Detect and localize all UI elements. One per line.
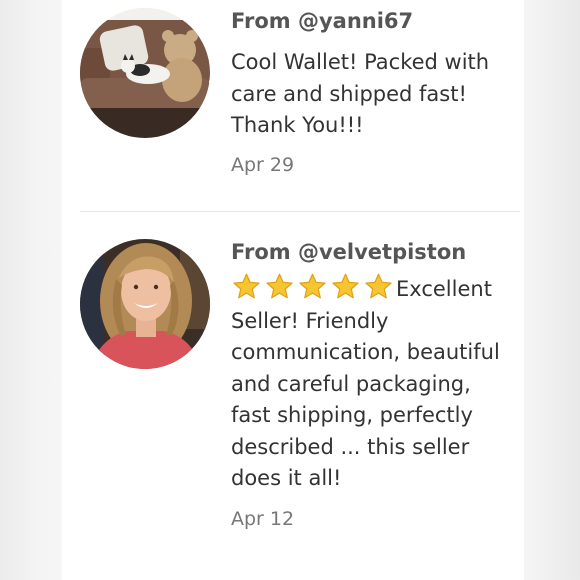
avatar-image-woman — [80, 239, 210, 369]
star-icon — [299, 273, 326, 299]
star-icon — [365, 273, 392, 299]
star-icon — [266, 273, 293, 299]
avatar-image-couch-cat — [80, 8, 210, 138]
star-icon — [233, 273, 260, 299]
review-item: From @velvetpiston Excellent Seller! Fri… — [80, 212, 520, 580]
review-text: Cool Wallet! Packed with care and shippe… — [231, 50, 490, 137]
review-text: Excellent Seller! Friendly communication… — [231, 272, 511, 495]
reviewer-avatar[interactable] — [80, 239, 210, 369]
review-item: From @yanni67 Cool Wallet! Packed with c… — [80, 0, 520, 211]
review-date: Apr 12 — [231, 507, 295, 530]
review-date: Apr 29 — [231, 153, 295, 176]
star-icon — [332, 273, 359, 299]
review-body: From @velvetpiston Excellent Seller! Fri… — [231, 239, 511, 531]
reviewer-name[interactable]: From @yanni67 — [231, 8, 511, 34]
review-body: From @yanni67 Cool Wallet! Packed with c… — [231, 8, 511, 177]
review-text-content: Excellent Seller! Friendly communication… — [231, 277, 500, 490]
reviewer-avatar[interactable] — [80, 8, 210, 138]
reviews-card: From @yanni67 Cool Wallet! Packed with c… — [62, 0, 524, 580]
reviewer-name[interactable]: From @velvetpiston — [231, 239, 511, 265]
star-rating — [231, 273, 396, 301]
reviews-page: From @yanni67 Cool Wallet! Packed with c… — [0, 0, 580, 580]
